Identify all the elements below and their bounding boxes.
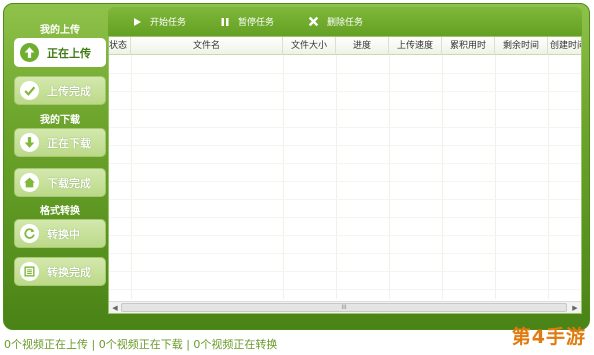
sidebar-item-label: 正在上传 — [47, 46, 91, 60]
grid-line — [109, 91, 581, 92]
sidebar-item-label: 转换中 — [47, 227, 80, 241]
check-icon — [20, 81, 39, 100]
grid-line — [109, 217, 581, 218]
column-header-status[interactable]: 状态 — [109, 37, 131, 55]
grid-line — [109, 163, 581, 164]
close-icon — [308, 16, 319, 27]
grid-line — [109, 253, 581, 254]
sidebar-item-label: 上传完成 — [47, 84, 91, 98]
start-task-label: 开始任务 — [150, 18, 187, 28]
horizontal-scrollbar[interactable]: ◀ III ▶ — [109, 301, 581, 313]
download-section-title: 我的下载 — [40, 115, 80, 126]
grid-line — [109, 73, 581, 74]
play-icon — [134, 17, 141, 26]
sidebar-item-upload-done[interactable]: 上传完成 — [14, 76, 106, 105]
column-header-created[interactable]: 创建时间 — [548, 37, 581, 55]
grid-line — [109, 127, 581, 128]
toolbar: 开始任务 暂停任务 删除任务 — [108, 7, 582, 36]
upload-arrow-icon — [20, 43, 39, 62]
task-table: 状态 文件名 文件大小 进度 上传速度 累积用时 剩余时间 创建时间 ◀ III… — [108, 36, 582, 314]
start-task-button[interactable]: 开始任务 — [132, 15, 186, 28]
refresh-icon — [20, 224, 39, 243]
scroll-left-icon[interactable]: ◀ — [110, 303, 120, 313]
sidebar-item-converting[interactable]: 转换中 — [14, 219, 106, 248]
column-header-filename[interactable]: 文件名 — [131, 37, 283, 55]
pause-task-label: 暂停任务 — [238, 18, 275, 28]
column-header-elapsed[interactable]: 累积用时 — [442, 37, 495, 55]
grid-line — [109, 181, 581, 182]
grid-line — [109, 289, 581, 290]
grid-line — [109, 145, 581, 146]
delete-task-button[interactable]: 删除任务 — [308, 15, 363, 28]
upload-section-title: 我的上传 — [40, 25, 80, 36]
column-header-upload-speed[interactable]: 上传速度 — [389, 37, 442, 55]
grid-line — [109, 271, 581, 272]
grid-line — [109, 109, 581, 110]
sidebar-item-label: 正在下载 — [47, 136, 91, 150]
watermark-logo: 第4手游 — [511, 326, 586, 348]
sidebar-item-label: 下载完成 — [47, 176, 91, 190]
list-icon — [20, 262, 39, 281]
grid-line — [109, 235, 581, 236]
delete-task-label: 删除任务 — [327, 18, 364, 28]
pause-icon — [221, 17, 229, 26]
column-header-progress[interactable]: 进度 — [336, 37, 389, 55]
table-header: 状态 文件名 文件大小 进度 上传速度 累积用时 剩余时间 创建时间 — [109, 37, 581, 55]
column-header-filesize[interactable]: 文件大小 — [283, 37, 336, 55]
pause-task-button[interactable]: 暂停任务 — [220, 15, 274, 28]
download-arrow-icon — [20, 133, 39, 152]
scroll-right-icon[interactable]: ▶ — [570, 303, 580, 313]
column-header-remaining[interactable]: 剩余时间 — [495, 37, 548, 55]
sidebar-item-convert-done[interactable]: 转换完成 — [14, 257, 106, 286]
grid-line — [109, 199, 581, 200]
home-icon — [20, 173, 39, 192]
sidebar-item-download-done[interactable]: 下载完成 — [14, 168, 106, 197]
status-bar: 0个视频正在上传 | 0个视频正在下载 | 0个视频正在转换 — [4, 338, 278, 351]
sidebar-item-label: 转换完成 — [47, 265, 91, 279]
sidebar-item-downloading[interactable]: 正在下载 — [14, 128, 106, 157]
sidebar-item-uploading[interactable]: 正在上传 — [14, 38, 106, 67]
scrollbar-thumb[interactable]: III — [121, 303, 567, 312]
convert-section-title: 格式转换 — [40, 206, 80, 217]
